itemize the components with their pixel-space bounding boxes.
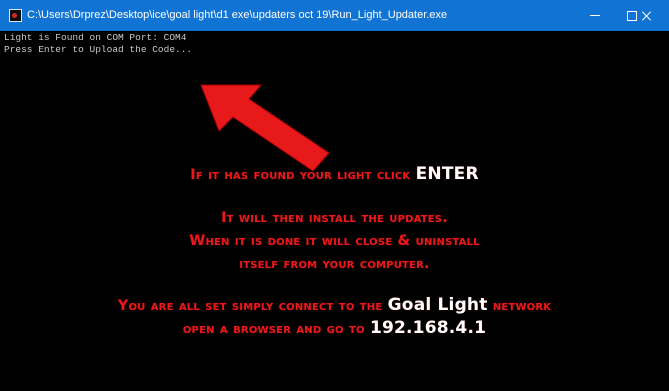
instruction-text: You are all set simply connect to the bbox=[117, 298, 388, 314]
network-name: Goal Light bbox=[387, 295, 488, 315]
minimize-icon bbox=[590, 15, 600, 16]
console-line-prompt: Press Enter to Upload the Code... bbox=[4, 44, 193, 55]
instruction-line-browser-address: open a browser and go to 192.168.4.1 bbox=[0, 318, 669, 338]
title-bar[interactable]: C:\Users\Drprez\Desktop\ice\goal light\d… bbox=[0, 0, 669, 31]
console-app-icon bbox=[9, 9, 22, 22]
close-button[interactable] bbox=[625, 0, 669, 31]
instruction-line-install: It will then install the updates. bbox=[221, 210, 448, 226]
console-window: C:\Users\Drprez\Desktop\ice\goal light\d… bbox=[0, 0, 669, 391]
ip-address: 192.168.4.1 bbox=[369, 318, 487, 338]
instruction-text: If it has found your light click bbox=[190, 167, 416, 183]
instruction-text: open a browser and go to bbox=[182, 321, 370, 337]
console-line-com-port: Light is Found on COM Port: COM4 bbox=[4, 32, 187, 43]
instruction-text: network bbox=[487, 298, 552, 314]
close-icon bbox=[642, 11, 652, 21]
window-title: C:\Users\Drprez\Desktop\ice\goal light\d… bbox=[27, 9, 448, 21]
red-arrow-icon bbox=[200, 84, 330, 172]
instruction-line-from-computer: itself from your computer. bbox=[239, 256, 430, 272]
instruction-line-click-enter: If it has found your light click ENTER bbox=[0, 164, 669, 184]
instruction-line-close-uninstall: When it is done it will close & uninstal… bbox=[189, 233, 480, 249]
console-area[interactable]: Light is Found on COM Port: COM4 Press E… bbox=[0, 31, 669, 391]
instruction-line-connect-network: You are all set simply connect to the Go… bbox=[0, 295, 669, 315]
enter-key-label: ENTER bbox=[415, 164, 479, 184]
